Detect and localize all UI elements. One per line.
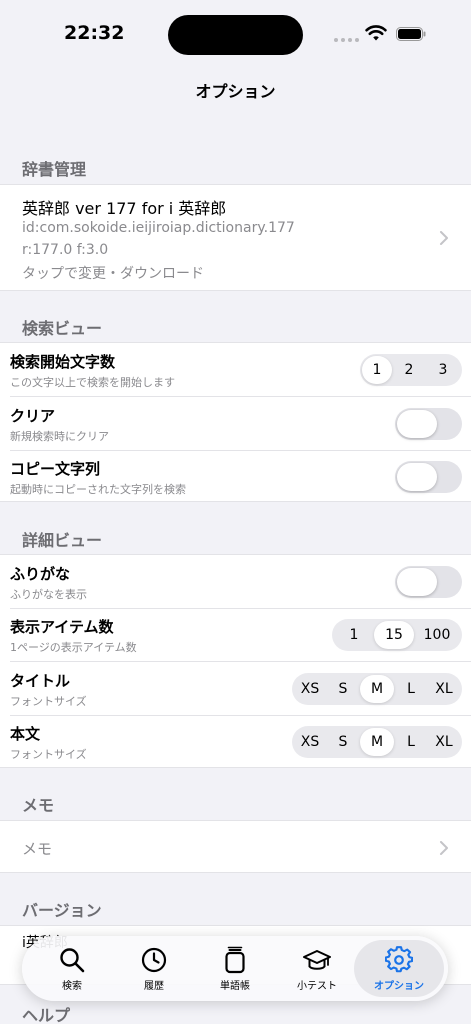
tab-label: 小テスト	[297, 981, 337, 992]
furigana-toggle[interactable]	[395, 566, 462, 598]
segment-option[interactable]: L	[394, 728, 428, 756]
title-font-row: タイトル フォントサイズ XS S M L XL	[0, 662, 471, 715]
dynamic-island	[168, 15, 303, 55]
segment-option[interactable]: S	[326, 675, 360, 703]
segment-option[interactable]: XS	[294, 728, 326, 756]
status-time: 22:32	[64, 22, 125, 44]
dictionary-version: r:177.0 f:3.0	[22, 242, 109, 258]
dictionary-row[interactable]: 英辞郎 ver 177 for i 英辞郎 id:com.sokoide.iei…	[0, 184, 471, 291]
segment-option[interactable]: XL	[428, 728, 460, 756]
tab-label: 単語帳	[220, 981, 250, 992]
tab-label: オプション	[374, 981, 424, 992]
body-font-row: 本文 フォントサイズ XS S M L XL	[0, 715, 471, 768]
clear-toggle[interactable]	[395, 408, 462, 440]
segment-option[interactable]: M	[360, 728, 394, 756]
search-start-chars-segmented: 1 2 3	[360, 354, 462, 386]
segment-option[interactable]: 1	[334, 621, 374, 649]
tab-quiz[interactable]: 小テスト	[276, 940, 358, 997]
tab-search[interactable]: 検索	[31, 940, 113, 997]
clear-row: クリア 新規検索時にクリア	[0, 397, 471, 450]
section-header-detail-view: 詳細ビュー	[22, 531, 103, 550]
search-start-chars-row: 検索開始文字数 この文字以上で検索を開始します 1 2 3	[0, 343, 471, 396]
row-subtitle: この文字以上で検索を開始します	[10, 376, 175, 389]
display-items-segmented: 1 15 100	[332, 619, 462, 651]
segment-option[interactable]: 15	[374, 621, 414, 649]
detail-view-card: ふりがな ふりがなを表示 表示アイテム数 1ページの表示アイテム数 1 15 1…	[0, 554, 471, 768]
dictionary-title: 英辞郎 ver 177 for i 英辞郎	[22, 199, 227, 218]
copy-string-toggle[interactable]	[395, 461, 462, 493]
row-title: クリア	[10, 407, 56, 425]
status-bar: 22:32	[0, 0, 471, 70]
gear-icon	[385, 946, 413, 973]
memo-row[interactable]: メモ	[0, 820, 471, 873]
row-title: ふりがな	[10, 565, 71, 583]
row-subtitle: ふりがなを表示	[10, 588, 87, 601]
page-title: オプション	[195, 82, 276, 101]
row-subtitle: 1ページの表示アイテム数	[10, 641, 137, 654]
tab-options[interactable]: オプション	[354, 940, 444, 997]
chevron-right-icon	[440, 231, 448, 245]
segment-option[interactable]: S	[326, 728, 360, 756]
segment-option[interactable]: L	[394, 675, 428, 703]
tab-label: 履歴	[144, 981, 164, 992]
section-header-help: ヘルプ	[22, 1006, 71, 1024]
tab-wordbook[interactable]: 単語帳	[194, 940, 276, 997]
row-subtitle: 起動時にコピーされた文字列を検索	[10, 483, 186, 496]
clock-icon	[141, 947, 167, 973]
row-subtitle: フォントサイズ	[10, 695, 87, 708]
row-title: タイトル	[10, 672, 71, 690]
segment-option[interactable]: 1	[362, 356, 392, 384]
title-font-size-segmented: XS S M L XL	[292, 673, 462, 705]
dictionary-id: id:com.sokoide.ieijiroiap.dictionary.177	[22, 220, 295, 236]
section-header-dictionary: 辞書管理	[22, 160, 87, 179]
segment-option[interactable]: 2	[392, 356, 426, 384]
dictionary-action: タップで変更・ダウンロード	[22, 266, 204, 282]
tab-history[interactable]: 履歴	[113, 940, 195, 997]
segment-option[interactable]: XL	[428, 675, 460, 703]
signal-dots-icon	[334, 38, 359, 42]
section-header-memo: メモ	[22, 796, 55, 815]
memo-label: メモ	[22, 840, 53, 858]
section-header-version: バージョン	[22, 901, 102, 920]
graduation-cap-icon	[303, 950, 331, 970]
chevron-right-icon	[440, 841, 448, 855]
section-header-search-view: 検索ビュー	[22, 319, 103, 338]
notebook-icon	[225, 946, 245, 974]
search-view-card: 検索開始文字数 この文字以上で検索を開始します 1 2 3 クリア 新規検索時に…	[0, 342, 471, 502]
row-subtitle: 新規検索時にクリア	[10, 430, 109, 443]
row-title: コピー文字列	[10, 460, 101, 478]
tab-bar: 検索 履歴 単語帳 小テスト オプション	[22, 936, 448, 1001]
wifi-icon	[365, 25, 387, 41]
body-font-size-segmented: XS S M L XL	[292, 726, 462, 758]
row-title: 本文	[10, 725, 41, 743]
furigana-row: ふりがな ふりがなを表示	[0, 555, 471, 608]
display-items-row: 表示アイテム数 1ページの表示アイテム数 1 15 100	[0, 608, 471, 661]
tab-label: 検索	[62, 981, 82, 992]
segment-option[interactable]: XS	[294, 675, 326, 703]
row-title: 表示アイテム数	[10, 618, 114, 636]
search-icon	[60, 948, 85, 973]
copy-string-row: コピー文字列 起動時にコピーされた文字列を検索	[0, 450, 471, 503]
row-subtitle: フォントサイズ	[10, 748, 87, 761]
row-title: 検索開始文字数	[10, 353, 116, 371]
segment-option[interactable]: M	[360, 675, 394, 703]
segment-option[interactable]: 3	[426, 356, 460, 384]
battery-icon	[396, 27, 426, 41]
segment-option[interactable]: 100	[414, 621, 460, 649]
